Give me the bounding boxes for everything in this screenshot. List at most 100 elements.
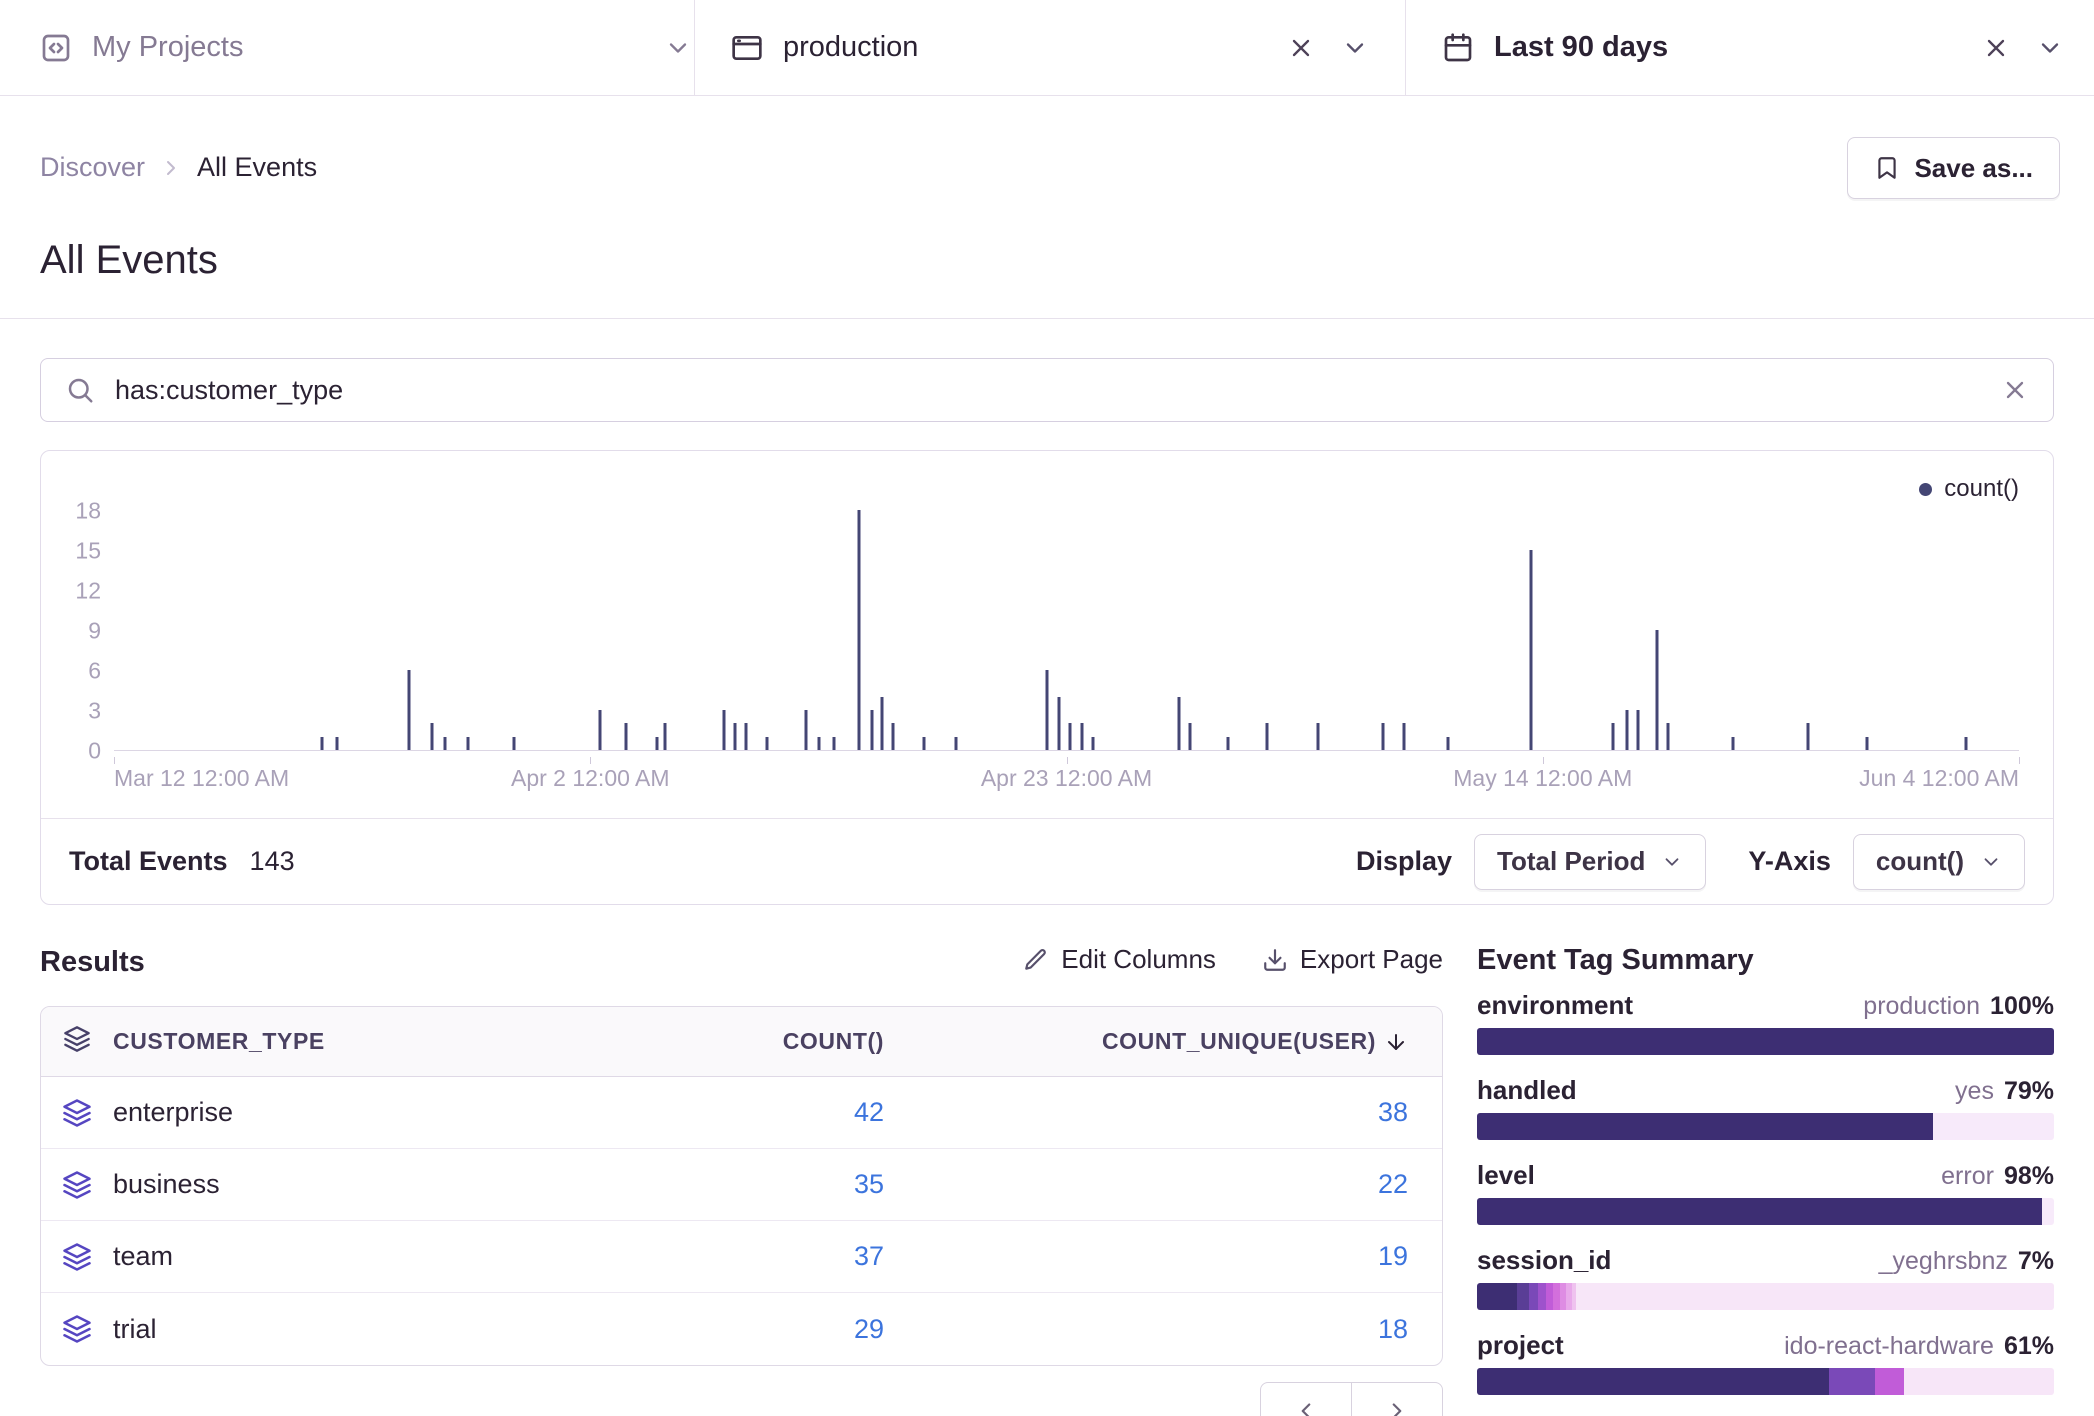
- chart-bar[interactable]: [408, 670, 411, 750]
- breadcrumb-discover[interactable]: Discover: [40, 152, 145, 183]
- chart-bar[interactable]: [1227, 737, 1230, 750]
- cell-count[interactable]: 29: [854, 1314, 884, 1345]
- previous-page-button[interactable]: [1260, 1382, 1352, 1416]
- chart-bar[interactable]: [1612, 723, 1615, 750]
- clear-environment-icon[interactable]: [1287, 34, 1315, 62]
- chart-bar[interactable]: [1446, 737, 1449, 750]
- tag-bar-segment: [1538, 1283, 1546, 1310]
- chart-bar[interactable]: [467, 737, 470, 750]
- chart-bar[interactable]: [1092, 737, 1095, 750]
- chart-bar[interactable]: [1667, 723, 1670, 750]
- cell-count[interactable]: 37: [854, 1241, 884, 1272]
- chart-bar[interactable]: [1964, 737, 1967, 750]
- clear-date-range-icon[interactable]: [1982, 34, 2010, 62]
- chart-bar[interactable]: [1080, 723, 1083, 750]
- tag-distribution-bar[interactable]: [1477, 1028, 2054, 1055]
- chart-legend[interactable]: count(): [1919, 475, 2019, 503]
- export-page-button[interactable]: Export Page: [1262, 944, 1443, 975]
- tag-bar-segment: [1529, 1283, 1538, 1310]
- chart-bar[interactable]: [1069, 723, 1072, 750]
- tag-distribution-bar[interactable]: [1477, 1198, 2054, 1225]
- tag-bar-segment: [1546, 1283, 1553, 1310]
- chart-bar[interactable]: [1865, 737, 1868, 750]
- chart-bar[interactable]: [804, 710, 807, 750]
- chart-bar[interactable]: [1402, 723, 1405, 750]
- tag-bar-segment: [2042, 1198, 2054, 1225]
- page-title: All Events: [40, 238, 218, 283]
- table-row[interactable]: trial2918: [41, 1293, 1442, 1365]
- chart-bar[interactable]: [444, 737, 447, 750]
- chart-bar[interactable]: [857, 510, 860, 750]
- y-axis-tick-label: 3: [88, 698, 101, 725]
- chart-bar[interactable]: [833, 737, 836, 750]
- chart-bar[interactable]: [1177, 697, 1180, 750]
- tag-distribution-bar[interactable]: [1477, 1368, 2054, 1395]
- display-select[interactable]: Total Period: [1474, 834, 1706, 890]
- chart-bar[interactable]: [955, 737, 958, 750]
- chart-bar[interactable]: [625, 723, 628, 750]
- chart-bar[interactable]: [663, 723, 666, 750]
- chart-bar[interactable]: [1057, 697, 1060, 750]
- chart-bar[interactable]: [320, 737, 323, 750]
- cell-count[interactable]: 35: [854, 1169, 884, 1200]
- chart-bar[interactable]: [722, 710, 725, 750]
- environment-selector[interactable]: production: [695, 0, 1405, 95]
- date-range-selector[interactable]: Last 90 days: [1406, 0, 2094, 95]
- chart-bar[interactable]: [1806, 723, 1809, 750]
- table-row[interactable]: enterprise4238: [41, 1077, 1442, 1149]
- column-header-count[interactable]: COUNT(): [783, 1028, 884, 1055]
- y-axis-tick-label: 15: [75, 538, 101, 565]
- tag-top-value-text: production: [1863, 992, 1980, 1020]
- chart-bar[interactable]: [892, 723, 895, 750]
- cell-count[interactable]: 42: [854, 1097, 884, 1128]
- chart-bar[interactable]: [1316, 723, 1319, 750]
- column-header-customer-type[interactable]: CUSTOMER_TYPE: [113, 1028, 434, 1055]
- chart-bar[interactable]: [871, 710, 874, 750]
- x-axis-tick-label: Mar 12 12:00 AM: [114, 765, 289, 792]
- chart-bar[interactable]: [1625, 710, 1628, 750]
- cell-count-unique-user[interactable]: 38: [1378, 1097, 1408, 1128]
- search-input[interactable]: [113, 374, 2001, 407]
- chevron-down-icon: [1341, 34, 1369, 62]
- chart-bar[interactable]: [335, 737, 338, 750]
- tag-top-value: ido-react-hardware61%: [1784, 1332, 2054, 1361]
- cell-count-unique-user[interactable]: 22: [1378, 1169, 1408, 1200]
- cell-count-unique-user[interactable]: 18: [1378, 1314, 1408, 1345]
- chart-bar[interactable]: [1637, 710, 1640, 750]
- chart-bar[interactable]: [655, 737, 658, 750]
- chart-bar[interactable]: [1656, 630, 1659, 750]
- chart-bar[interactable]: [1530, 550, 1533, 750]
- column-header-count-unique-user[interactable]: COUNT_UNIQUE(USER): [1102, 1028, 1408, 1055]
- chart-bar[interactable]: [880, 697, 883, 750]
- chart-bar[interactable]: [734, 723, 737, 750]
- project-selector[interactable]: My Projects: [0, 0, 694, 95]
- edit-columns-button[interactable]: Edit Columns: [1023, 944, 1216, 975]
- tag-distribution-bar[interactable]: [1477, 1113, 2054, 1140]
- y-axis-select[interactable]: count(): [1853, 834, 2025, 890]
- next-page-button[interactable]: [1351, 1382, 1443, 1416]
- chart-bar[interactable]: [922, 737, 925, 750]
- table-row[interactable]: team3719: [41, 1221, 1442, 1293]
- x-axis-tick-mark: [1543, 757, 1544, 764]
- chart-bar[interactable]: [1732, 737, 1735, 750]
- cell-count-unique-user[interactable]: 19: [1378, 1241, 1408, 1272]
- chart-bar[interactable]: [598, 710, 601, 750]
- chart-bar[interactable]: [1265, 723, 1268, 750]
- tag-distribution-bar[interactable]: [1477, 1283, 2054, 1310]
- events-chart-panel: count() 0369121518 Mar 12 12:00 AMApr 2 …: [40, 450, 2054, 905]
- save-as-button[interactable]: Save as...: [1847, 137, 2060, 199]
- chart-bar[interactable]: [1046, 670, 1049, 750]
- chart-bar[interactable]: [513, 737, 516, 750]
- chart-bar[interactable]: [1189, 723, 1192, 750]
- chart-bar[interactable]: [817, 737, 820, 750]
- chart-bar[interactable]: [745, 723, 748, 750]
- tag-percent: 61%: [2004, 1332, 2054, 1360]
- y-axis-tick-label: 6: [88, 658, 101, 685]
- table-row[interactable]: business3522: [41, 1149, 1442, 1221]
- chart-bar[interactable]: [766, 737, 769, 750]
- chart-bar[interactable]: [1381, 723, 1384, 750]
- clear-search-icon[interactable]: [2001, 376, 2029, 404]
- tag-top-value-text: error: [1941, 1162, 1994, 1190]
- chart-bar[interactable]: [431, 723, 434, 750]
- tag-percent: 98%: [2004, 1162, 2054, 1190]
